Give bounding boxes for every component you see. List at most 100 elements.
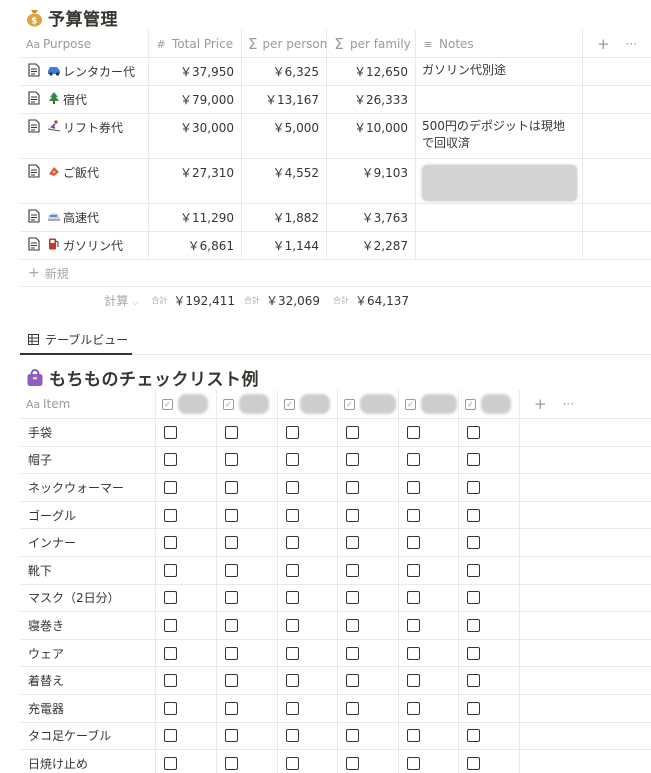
checkbox[interactable] <box>346 674 359 688</box>
checkbox[interactable] <box>467 480 480 494</box>
column-header-member-5[interactable]: ✓ <box>399 390 459 418</box>
checkbox[interactable] <box>286 591 299 605</box>
checkbox[interactable] <box>346 646 359 660</box>
checklist-row[interactable]: 寝巻き <box>20 611 651 639</box>
checklist-row[interactable]: ゴーグル <box>20 500 651 529</box>
calculate-dropdown[interactable]: 計算 ⌵ <box>20 292 145 309</box>
column-header-member-2[interactable]: ✓ <box>217 390 278 418</box>
checkbox[interactable] <box>407 646 420 660</box>
sum-per-person[interactable]: 合計 ￥32,069 <box>242 292 327 309</box>
column-header-item[interactable]: Aa Item <box>20 390 156 418</box>
checkbox[interactable] <box>407 480 420 494</box>
checkbox[interactable] <box>225 480 238 494</box>
checkbox[interactable] <box>346 453 359 467</box>
column-header-notes[interactable]: ≡ Notes <box>416 30 583 58</box>
table-row[interactable]: ガソリン代 ￥6,861 ￥1,144 ￥2,287 <box>20 231 651 259</box>
checkbox[interactable] <box>467 646 480 660</box>
new-row-button[interactable]: + 新規 <box>20 259 651 286</box>
item-name-cell[interactable]: 着替え <box>20 667 156 694</box>
item-name-cell[interactable]: 寝巻き <box>20 612 156 639</box>
checkbox[interactable] <box>225 729 238 743</box>
checkbox[interactable] <box>164 563 177 577</box>
checkbox[interactable] <box>346 618 359 632</box>
checkbox[interactable] <box>164 591 177 605</box>
checkbox[interactable] <box>164 674 177 688</box>
checkbox[interactable] <box>286 480 299 494</box>
checkbox[interactable] <box>164 536 177 550</box>
item-name-cell[interactable]: ゴーグル <box>20 501 156 529</box>
checkbox[interactable] <box>346 563 359 577</box>
checkbox[interactable] <box>286 646 299 660</box>
checkbox[interactable] <box>407 729 420 743</box>
column-header-total-price[interactable]: # Total Price <box>149 30 242 58</box>
item-name-cell[interactable]: 靴下 <box>20 557 156 584</box>
item-name-cell[interactable]: インナー <box>20 529 156 556</box>
column-header-member-6[interactable]: ✓ <box>459 390 520 418</box>
checkbox[interactable] <box>225 536 238 550</box>
item-name-cell[interactable]: 日焼け止め <box>20 750 156 773</box>
item-name-cell[interactable]: 帽子 <box>20 446 156 474</box>
checkbox[interactable] <box>407 508 420 522</box>
checkbox[interactable] <box>164 729 177 743</box>
checkbox[interactable] <box>467 618 480 632</box>
checklist-row[interactable]: 日焼け止め <box>20 749 651 773</box>
checklist-row[interactable]: インナー <box>20 528 651 556</box>
item-name-cell[interactable]: タコ足ケーブル <box>20 722 156 750</box>
checkbox[interactable] <box>346 756 359 770</box>
checkbox[interactable] <box>286 618 299 632</box>
checkbox[interactable] <box>225 674 238 688</box>
checkbox[interactable] <box>407 618 420 632</box>
checkbox[interactable] <box>467 729 480 743</box>
checkbox[interactable] <box>225 425 238 439</box>
add-column-button[interactable]: + <box>597 35 610 53</box>
checkbox[interactable] <box>407 674 420 688</box>
checkbox[interactable] <box>225 646 238 660</box>
sum-total-price[interactable]: 合計 ￥192,411 <box>145 292 242 309</box>
checkbox[interactable] <box>407 591 420 605</box>
checkbox[interactable] <box>164 508 177 522</box>
item-name-cell[interactable]: ネックウォーマー <box>20 474 156 501</box>
checkbox[interactable] <box>407 563 420 577</box>
checkbox[interactable] <box>467 425 480 439</box>
item-name-cell[interactable]: 充電器 <box>20 695 156 722</box>
more-options-button[interactable]: ··· <box>626 37 637 51</box>
checkbox[interactable] <box>286 756 299 770</box>
table-row[interactable]: レンタカー代 ￥37,950 ￥6,325 ￥12,650 ガソリン代別途 <box>20 57 651 85</box>
checkbox[interactable] <box>346 480 359 494</box>
checkbox[interactable] <box>164 453 177 467</box>
checkbox[interactable] <box>286 536 299 550</box>
sum-per-family[interactable]: 合計 ￥64,137 <box>327 292 416 309</box>
checkbox[interactable] <box>164 701 177 715</box>
checkbox[interactable] <box>467 563 480 577</box>
add-column-button[interactable]: + <box>534 395 547 413</box>
checkbox[interactable] <box>407 701 420 715</box>
table-row[interactable]: 宿代 ￥79,000 ￥13,167 ￥26,333 <box>20 85 651 113</box>
checklist-row[interactable]: タコ足ケーブル <box>20 721 651 750</box>
column-header-per-person[interactable]: Σper person <box>242 30 327 58</box>
checkbox[interactable] <box>286 425 299 439</box>
checkbox[interactable] <box>286 674 299 688</box>
checklist-row[interactable]: ウェア <box>20 638 651 667</box>
column-header-member-3[interactable]: ✓ <box>278 390 338 418</box>
checklist-row[interactable]: ネックウォーマー <box>20 473 651 501</box>
checkbox[interactable] <box>346 536 359 550</box>
checkbox[interactable] <box>286 508 299 522</box>
column-header-member-1[interactable]: ✓ <box>156 390 217 418</box>
checkbox[interactable] <box>407 453 420 467</box>
checkbox[interactable] <box>467 453 480 467</box>
checklist-row[interactable]: 帽子 <box>20 445 651 474</box>
checkbox[interactable] <box>286 701 299 715</box>
checkbox[interactable] <box>346 591 359 605</box>
column-header-purpose[interactable]: Aa Purpose <box>20 30 149 58</box>
checklist-row[interactable]: 手袋 <box>20 418 651 446</box>
checkbox[interactable] <box>346 701 359 715</box>
tab-table-view[interactable]: テーブルビュー <box>20 326 132 355</box>
checkbox[interactable] <box>346 425 359 439</box>
checklist-row[interactable]: マスク（2日分） <box>20 583 651 612</box>
checkbox[interactable] <box>467 701 480 715</box>
table-row[interactable]: リフト券代 ￥30,000 ￥5,000 ￥10,000 500円のデポジットは… <box>20 113 651 158</box>
more-options-button[interactable]: ··· <box>563 397 574 411</box>
checkbox[interactable] <box>225 591 238 605</box>
checkbox[interactable] <box>164 480 177 494</box>
column-header-per-family[interactable]: Σper family <box>327 30 416 58</box>
